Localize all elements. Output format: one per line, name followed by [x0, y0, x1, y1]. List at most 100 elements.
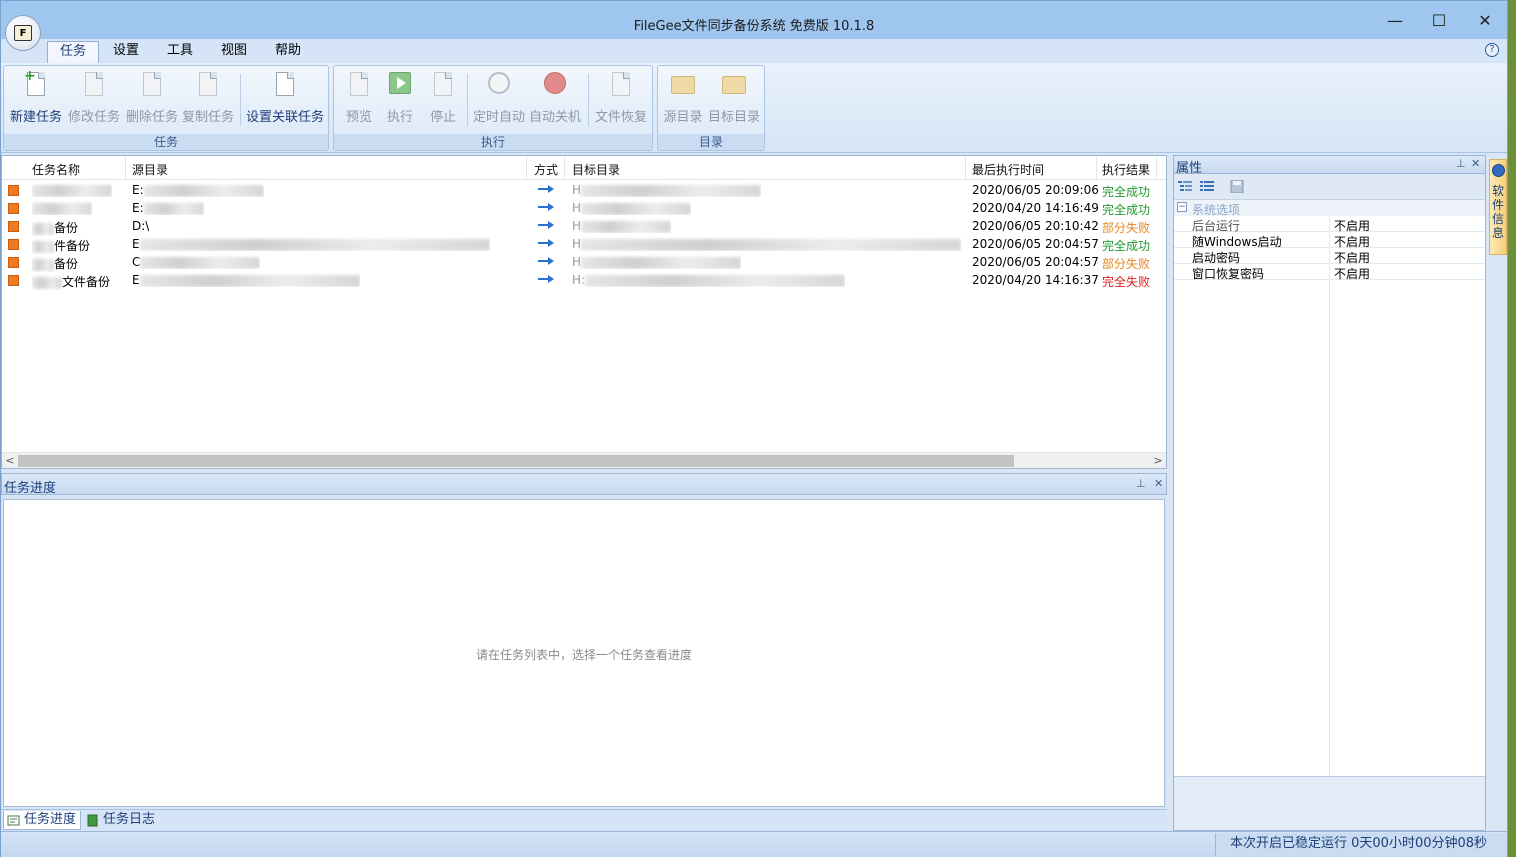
- ribbon-separator: [467, 74, 468, 126]
- ribbon-group-label: 目录: [658, 134, 764, 150]
- help-icon[interactable]: ?: [1485, 43, 1499, 57]
- target-dir-cell: H: [572, 201, 692, 215]
- source-dir-cell: E: [132, 237, 490, 251]
- source-dir-button[interactable]: 源目录: [662, 70, 704, 134]
- ribbon-toolbar: + 新建任务 修改任务 删除任务 复制任务 设置关联任务 任务 预览 执行 停止…: [1, 63, 1507, 153]
- source-dir-cell: E:: [132, 183, 264, 197]
- redacted-text: [581, 184, 762, 197]
- new-task-button[interactable]: + 新建任务: [8, 69, 64, 134]
- delete-task-button[interactable]: 删除任务: [124, 70, 180, 134]
- redacted-text: [581, 256, 742, 269]
- sync-mode-arrow-icon: [538, 274, 554, 286]
- column-header-result[interactable]: 执行结果: [1102, 161, 1150, 178]
- progress-panel-title: 任务进度: [4, 481, 57, 496]
- target-dir-cell: H: [572, 237, 962, 251]
- table-row[interactable]: E: H 2020/04/20 14:16:49 完全成功: [2, 199, 1166, 217]
- column-header-name[interactable]: 任务名称: [32, 161, 80, 178]
- close-button[interactable]: ✕: [1469, 9, 1501, 33]
- property-column-divider: [1329, 216, 1330, 776]
- properties-panel-header: 属性 ⊥ ✕: [1173, 155, 1486, 176]
- task-status-icon: [8, 275, 19, 286]
- progress-panel-header: 任务进度 ⊥ ✕: [1, 473, 1167, 496]
- ribbon-group-task: + 新建任务 修改任务 删除任务 复制任务 设置关联任务 任务: [3, 65, 329, 151]
- task-list[interactable]: 任务名称 源目录 方式 目标目录 最后执行时间 执行结果 E: H 2020/0…: [1, 155, 1167, 469]
- table-row[interactable]: 备份 D:\ H 2020/06/05 20:10:42 部分失败: [2, 217, 1166, 235]
- maximize-button[interactable]: ☐: [1423, 9, 1455, 33]
- close-panel-icon[interactable]: ✕: [1154, 477, 1163, 490]
- ribbon-separator: [588, 74, 589, 126]
- sync-mode-arrow-icon: [538, 184, 554, 196]
- property-row[interactable]: 窗口恢复密码 不启用: [1174, 264, 1485, 281]
- property-row[interactable]: 启动密码 不启用: [1174, 248, 1485, 265]
- result-cell: 部分失败: [1102, 257, 1151, 271]
- redacted-text: [143, 202, 204, 215]
- stop-icon: [431, 70, 455, 98]
- scheduled-auto-button[interactable]: 定时自动: [472, 70, 526, 134]
- sync-mode-arrow-icon: [538, 238, 554, 250]
- execute-button[interactable]: 执行: [380, 70, 420, 134]
- minimize-button[interactable]: —: [1379, 9, 1411, 33]
- column-header-mode[interactable]: 方式: [534, 161, 558, 178]
- collapse-icon[interactable]: −: [1177, 202, 1187, 212]
- table-row[interactable]: 件备份 E H 2020/06/05 20:04:57 完全成功: [2, 235, 1166, 253]
- preview-button[interactable]: 预览: [338, 70, 380, 134]
- tab-task[interactable]: 任务: [47, 41, 100, 63]
- result-cell: 完全成功: [1102, 203, 1151, 217]
- table-row[interactable]: 备份 C H 2020/06/05 20:04:57 部分失败: [2, 253, 1166, 271]
- ribbon-group-label: 任务: [4, 134, 328, 150]
- tab-task-log[interactable]: 任务日志: [83, 811, 159, 830]
- scrollbar-thumb[interactable]: [18, 455, 1014, 467]
- folder-icon: [722, 70, 746, 98]
- horizontal-scrollbar[interactable]: < >: [2, 452, 1166, 468]
- property-row[interactable]: 随Windows启动 不启用: [1174, 232, 1485, 249]
- categorized-view-icon[interactable]: [1178, 180, 1192, 193]
- source-dir-cell: E: [132, 273, 360, 287]
- property-category[interactable]: − 系统选项: [1174, 200, 1485, 217]
- tab-help[interactable]: 帮助: [263, 41, 313, 63]
- restore-icon: [609, 70, 633, 98]
- scroll-right-icon[interactable]: >: [1150, 453, 1166, 469]
- alphabetical-view-icon[interactable]: [1200, 180, 1214, 193]
- edit-document-icon: [82, 70, 106, 98]
- status-bar: 本次开启已稳定运行 0天00小时00分钟08秒: [1, 831, 1507, 857]
- clock-icon: [487, 70, 511, 98]
- close-panel-icon[interactable]: ✕: [1471, 157, 1480, 170]
- delete-document-icon: [140, 70, 164, 98]
- app-logo-icon: F: [14, 25, 32, 41]
- redacted-text: [32, 184, 112, 197]
- column-header-target[interactable]: 目标目录: [572, 161, 620, 178]
- column-header-last-run[interactable]: 最后执行时间: [972, 161, 1044, 178]
- auto-shutdown-button[interactable]: 自动关机: [528, 70, 582, 134]
- progress-content: 请在任务列表中，选择一个任务查看进度: [3, 499, 1165, 807]
- tab-tools[interactable]: 工具: [155, 41, 205, 63]
- tab-view[interactable]: 视图: [209, 41, 259, 63]
- checklist-icon: [273, 70, 297, 98]
- redacted-text: [585, 274, 846, 287]
- edit-task-button[interactable]: 修改任务: [66, 70, 122, 134]
- scroll-left-icon[interactable]: <: [2, 453, 18, 469]
- title-bar[interactable]: FileGee文件同步备份系统 免费版 10.1.8 — ☐ ✕: [1, 1, 1507, 39]
- column-header-source[interactable]: 源目录: [132, 161, 168, 178]
- copy-document-icon: [196, 70, 220, 98]
- redacted-text: [143, 184, 264, 197]
- pin-icon[interactable]: ⊥: [1456, 157, 1466, 170]
- file-restore-button[interactable]: 文件恢复: [592, 70, 650, 134]
- task-name-cell: 文件备份: [32, 273, 110, 290]
- app-menu-button[interactable]: F: [5, 15, 41, 51]
- tab-task-progress[interactable]: 任务进度: [3, 811, 82, 830]
- task-status-icon: [8, 203, 19, 214]
- table-row[interactable]: 文件备份 E H: 2020/04/20 14:16:37 完全失败: [2, 271, 1166, 289]
- target-dir-button[interactable]: 目标目录: [706, 70, 762, 134]
- property-row[interactable]: 后台运行 不启用: [1174, 216, 1485, 233]
- software-info-side-tab[interactable]: 软件信息: [1489, 159, 1507, 255]
- task-name-cell: 件备份: [32, 237, 90, 254]
- table-row[interactable]: E: H 2020/06/05 20:09:06 完全成功: [2, 181, 1166, 199]
- copy-task-button[interactable]: 复制任务: [180, 70, 236, 134]
- save-icon[interactable]: [1230, 180, 1244, 193]
- new-document-icon: +: [24, 69, 48, 98]
- stop-button[interactable]: 停止: [422, 70, 464, 134]
- tab-settings[interactable]: 设置: [101, 41, 151, 63]
- set-linked-task-button[interactable]: 设置关联任务: [244, 70, 326, 134]
- ribbon-group-label: 执行: [334, 134, 652, 150]
- pin-icon[interactable]: ⊥: [1136, 477, 1146, 490]
